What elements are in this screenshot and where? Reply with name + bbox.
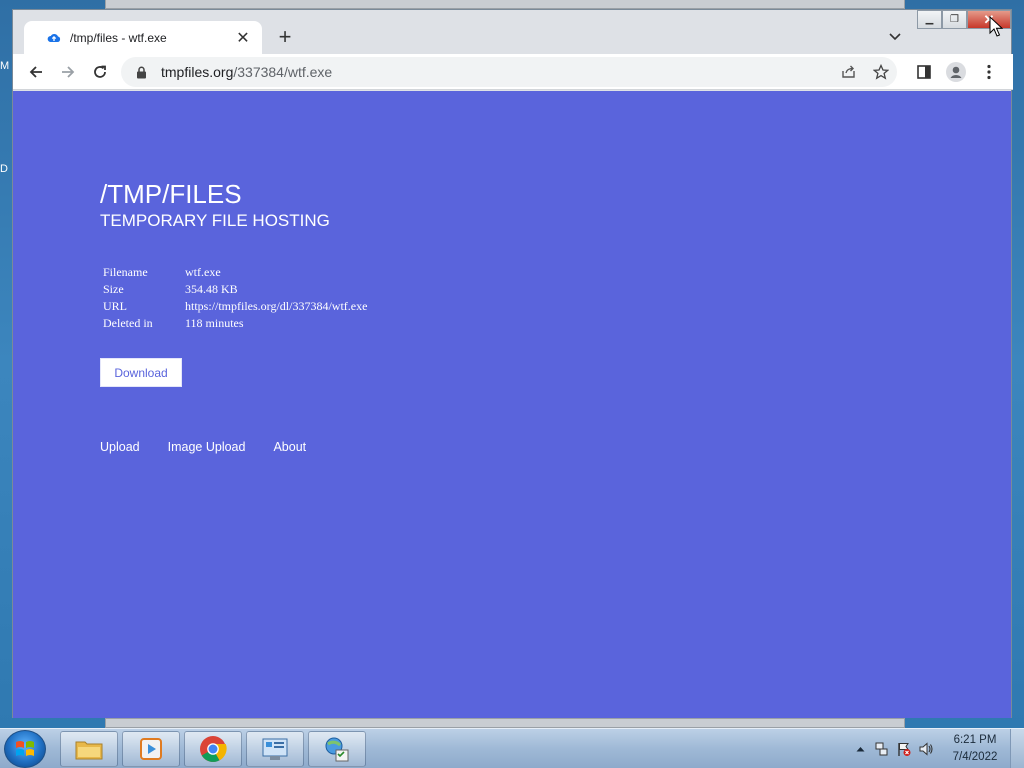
table-row: Filename wtf.exe: [101, 265, 369, 282]
info-label: Filename: [103, 265, 148, 279]
forward-button[interactable]: [56, 60, 80, 84]
nav-link-upload[interactable]: Upload: [100, 440, 140, 454]
browser-toolbar: tmpfiles.org/337384/wtf.exe: [13, 54, 1013, 90]
url-text: tmpfiles.org/337384/wtf.exe: [161, 64, 332, 80]
mouse-cursor-icon: [989, 16, 1003, 37]
desktop-edge-label: M: [0, 60, 10, 72]
start-button[interactable]: [4, 730, 46, 768]
show-desktop-button[interactable]: [1010, 729, 1024, 768]
page-subtitle: TEMPORARY FILE HOSTING: [100, 211, 330, 230]
file-explorer-icon[interactable]: [60, 731, 118, 767]
back-button[interactable]: [24, 60, 48, 84]
taskbar: 6:21 PM 7/4/2022: [0, 728, 1024, 768]
info-value: https://tmpfiles.org/dl/337384/wtf.exe: [185, 299, 368, 313]
browser-window: /tmp/files - wtf.exe ✕ + ▁ ❐ ✕ tmpfiles.…: [12, 9, 1013, 718]
background-window-edge: [105, 0, 905, 9]
close-tab-icon[interactable]: ✕: [234, 28, 252, 48]
share-icon[interactable]: [837, 60, 861, 84]
page-title: /TMP/FILES: [100, 179, 242, 209]
windows-logo-icon: [16, 741, 34, 756]
info-label: Size: [103, 282, 124, 296]
media-player-icon[interactable]: [122, 731, 180, 767]
lock-icon[interactable]: [133, 64, 149, 80]
desktop-edge-label: D: [0, 163, 8, 175]
info-value: 354.48 KB: [185, 282, 238, 296]
url-path: /337384/wtf.exe: [233, 64, 333, 80]
side-panel-icon[interactable]: [912, 60, 936, 84]
background-window-edge: [105, 718, 905, 728]
network-icon[interactable]: [308, 731, 366, 767]
new-tab-button[interactable]: +: [273, 26, 297, 50]
tab-search-chevron-icon[interactable]: [883, 27, 907, 47]
download-button[interactable]: Download: [100, 358, 182, 387]
table-row: Size 354.48 KB: [101, 282, 369, 299]
url-host: tmpfiles.org: [161, 64, 234, 80]
table-row: URL https://tmpfiles.org/dl/337384/wtf.e…: [101, 299, 369, 316]
action-center-flag-icon[interactable]: [896, 741, 912, 757]
address-bar[interactable]: tmpfiles.org/337384/wtf.exe: [121, 57, 897, 87]
info-value: wtf.exe: [185, 265, 221, 279]
volume-icon[interactable]: [918, 741, 934, 757]
cloud-upload-icon: [46, 30, 62, 46]
nav-link-image-upload[interactable]: Image Upload: [168, 440, 246, 454]
tab-title: /tmp/files - wtf.exe: [70, 30, 167, 45]
reload-button[interactable]: [88, 60, 112, 84]
show-hidden-icons-icon[interactable]: [852, 741, 868, 757]
menu-kebab-icon[interactable]: [977, 60, 1001, 84]
info-label: URL: [103, 299, 127, 313]
table-row: Deleted in 118 minutes: [101, 316, 369, 333]
minimize-button[interactable]: ▁: [917, 10, 942, 29]
tab-strip: /tmp/files - wtf.exe ✕ +: [13, 10, 1013, 54]
browser-tab[interactable]: /tmp/files - wtf.exe ✕: [24, 21, 262, 54]
info-value: 118 minutes: [185, 316, 244, 330]
maximize-button[interactable]: ❐: [942, 10, 967, 29]
network-status-icon[interactable]: [874, 741, 890, 757]
system-tray: 6:21 PM 7/4/2022: [852, 729, 1024, 768]
clock-time: 6:21 PM: [953, 734, 997, 746]
page-content: /TMP/FILES TEMPORARY FILE HOSTING Filena…: [13, 91, 1011, 718]
nav-link-about[interactable]: About: [273, 440, 306, 454]
clock-date: 7/4/2022: [952, 751, 998, 763]
taskbar-clock[interactable]: 6:21 PM 7/4/2022: [940, 732, 1010, 766]
file-info-table: Filename wtf.exe Size 354.48 KB URL http…: [101, 265, 369, 333]
profile-avatar-icon[interactable]: [944, 60, 968, 84]
footer-nav: Upload Image Upload About: [100, 440, 306, 454]
bookmark-star-icon[interactable]: [869, 60, 893, 84]
info-label: Deleted in: [103, 316, 153, 330]
control-panel-icon[interactable]: [246, 731, 304, 767]
chrome-icon[interactable]: [184, 731, 242, 767]
